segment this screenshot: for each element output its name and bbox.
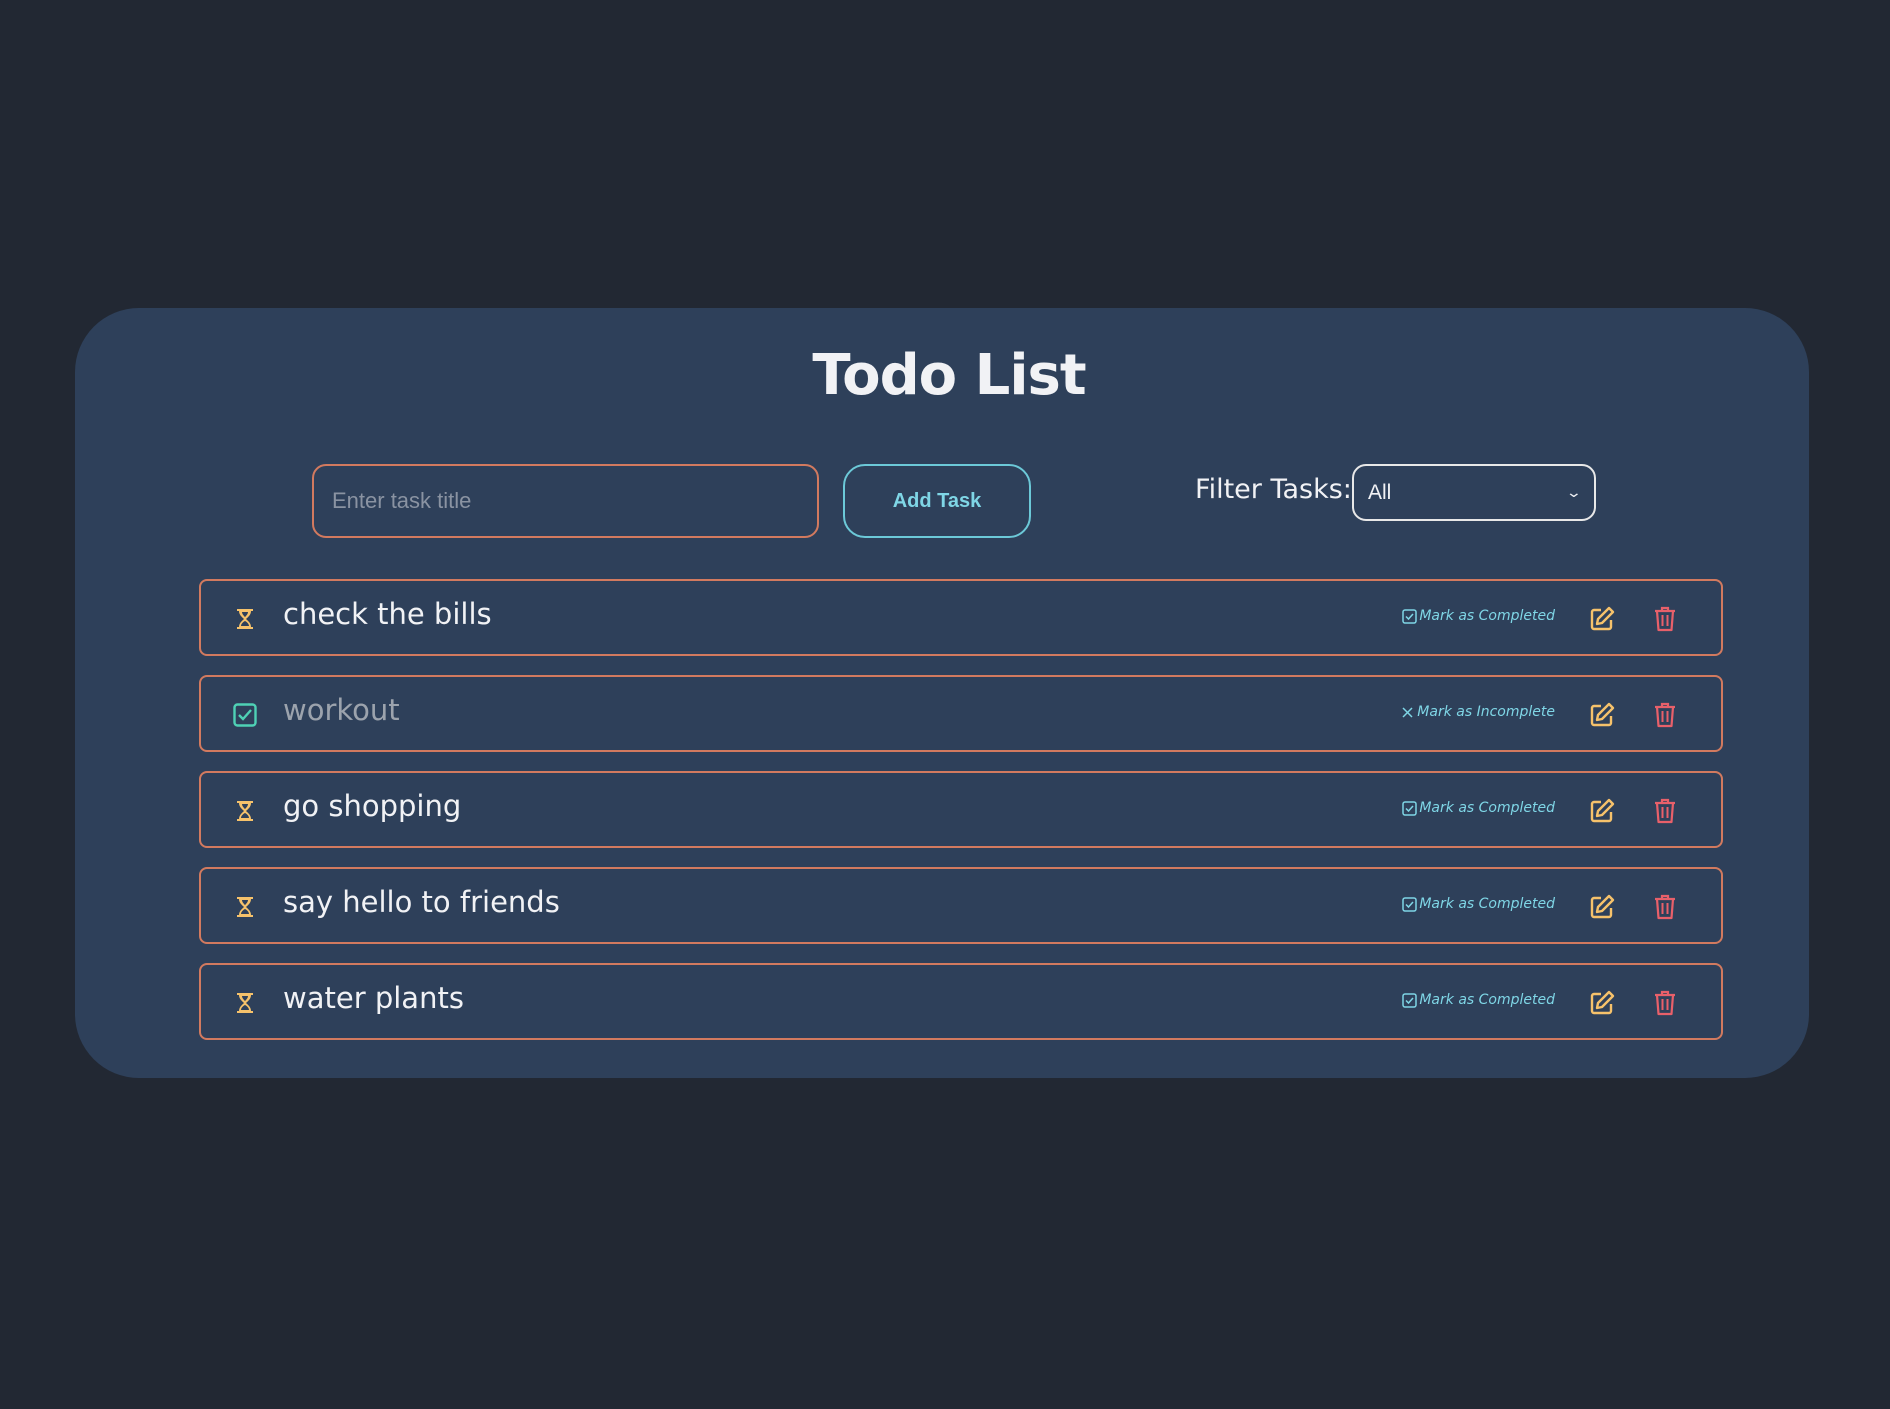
edit-icon[interactable] [1589, 894, 1615, 920]
task-item: check the bills Mark as Completed [199, 579, 1723, 656]
trash-icon[interactable] [1653, 797, 1677, 825]
trash-icon[interactable] [1653, 893, 1677, 921]
mark-incomplete-button[interactable]: Mark as Incomplete [1400, 704, 1555, 720]
add-task-button[interactable]: Add Task [843, 464, 1031, 538]
checkbox-icon [1402, 896, 1418, 912]
checked-box-icon [231, 701, 259, 729]
trash-icon[interactable] [1653, 701, 1677, 729]
edit-icon[interactable] [1589, 606, 1615, 632]
task-item: workout Mark as Incomplete [199, 675, 1723, 752]
filter-select[interactable]: All ⌄ [1352, 464, 1596, 521]
task-title: check the bills [283, 597, 492, 631]
mark-completed-button[interactable]: Mark as Completed [1402, 800, 1555, 816]
task-title: go shopping [283, 789, 462, 823]
trash-icon[interactable] [1653, 605, 1677, 633]
edit-icon[interactable] [1589, 798, 1615, 824]
toggle-label: Mark as Completed [1419, 992, 1555, 1008]
task-title: workout [283, 693, 400, 727]
mark-completed-button[interactable]: Mark as Completed [1402, 992, 1555, 1008]
toggle-label: Mark as Completed [1419, 896, 1555, 912]
edit-icon[interactable] [1589, 990, 1615, 1016]
task-title: water plants [283, 981, 464, 1015]
task-title-input[interactable] [312, 464, 819, 538]
mark-completed-button[interactable]: Mark as Completed [1402, 608, 1555, 624]
toggle-label: Mark as Incomplete [1417, 704, 1555, 720]
task-title: say hello to friends [283, 885, 560, 919]
checkbox-icon [1402, 608, 1418, 624]
hourglass-icon [231, 893, 259, 921]
toggle-label: Mark as Completed [1419, 800, 1555, 816]
edit-icon[interactable] [1589, 702, 1615, 728]
trash-icon[interactable] [1653, 989, 1677, 1017]
task-list: check the bills Mark as Completed workou… [199, 579, 1723, 1059]
hourglass-icon [231, 797, 259, 825]
checkbox-icon [1402, 992, 1418, 1008]
task-item: water plants Mark as Completed [199, 963, 1723, 1040]
app-page: Todo List Add Task Filter Tasks: All ⌄ c… [0, 0, 1890, 1409]
toggle-label: Mark as Completed [1419, 608, 1555, 624]
filter-label: Filter Tasks: [1195, 474, 1352, 505]
task-item: say hello to friends Mark as Completed [199, 867, 1723, 944]
filter-selected-value: All [1368, 480, 1392, 504]
hourglass-icon [231, 989, 259, 1017]
task-item: go shopping Mark as Completed [199, 771, 1723, 848]
x-icon [1400, 705, 1415, 720]
checkbox-icon [1402, 800, 1418, 816]
hourglass-icon [231, 605, 259, 633]
chevron-down-icon: ⌄ [1565, 484, 1583, 500]
mark-completed-button[interactable]: Mark as Completed [1402, 896, 1555, 912]
page-title: Todo List [812, 343, 1086, 408]
